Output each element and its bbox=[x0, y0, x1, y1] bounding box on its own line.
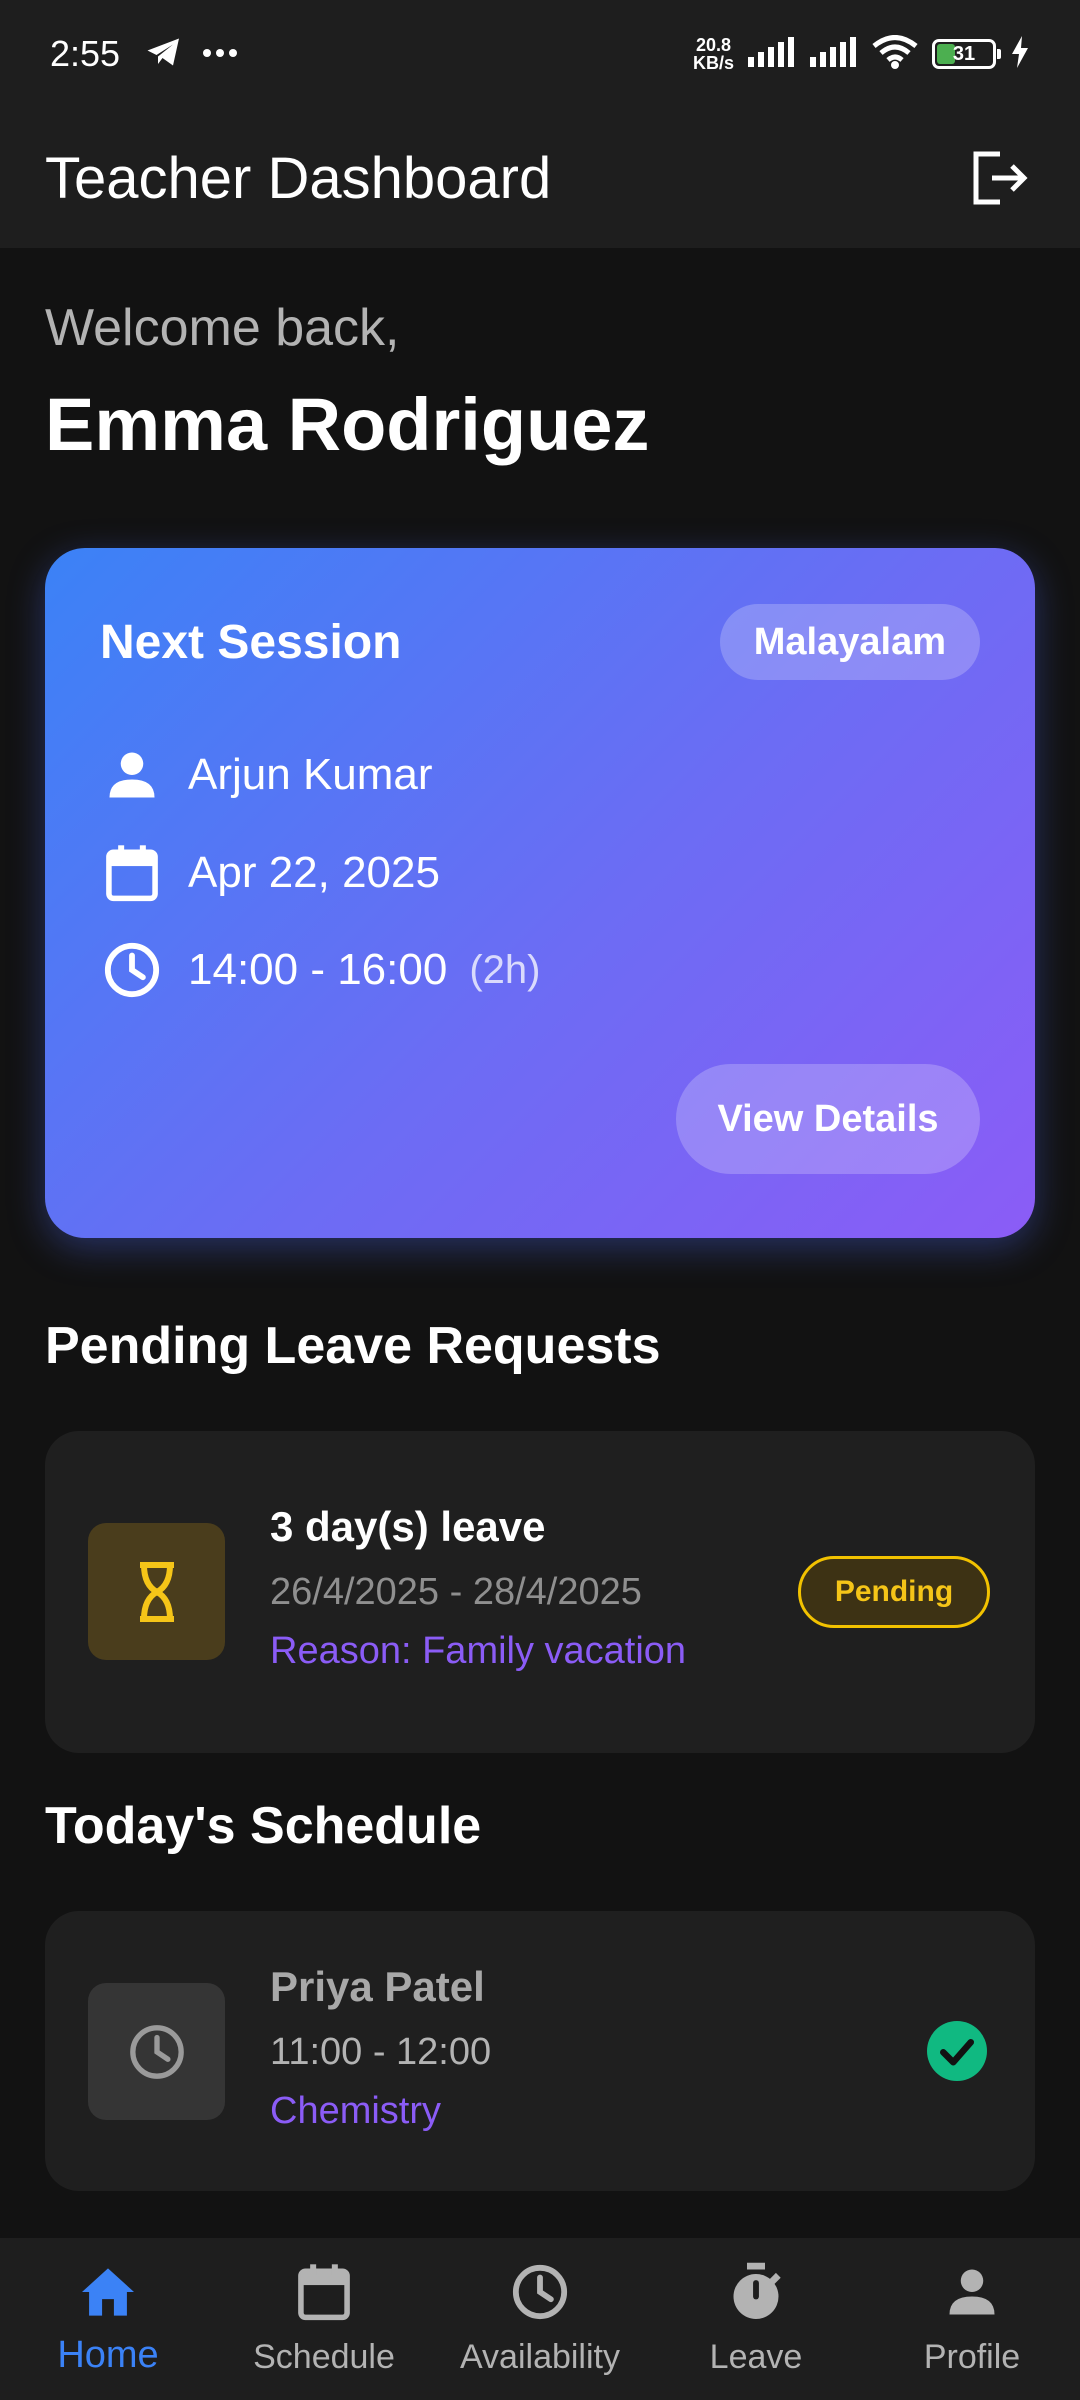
clock-icon bbox=[129, 2024, 184, 2079]
hourglass-icon bbox=[139, 1561, 174, 1622]
nav-item-leave[interactable]: Leave bbox=[648, 2238, 864, 2400]
session-student-row: Arjun Kumar bbox=[100, 743, 433, 807]
status-time: 2:55 bbox=[50, 33, 121, 74]
wifi-icon bbox=[872, 34, 918, 74]
telegram-icon bbox=[146, 36, 182, 73]
leave-reason: Reason: Family vacation bbox=[270, 1630, 687, 1672]
language-badge: Malayalam bbox=[719, 604, 980, 680]
schedule-time: 11:00 - 12:00 bbox=[270, 2031, 492, 2073]
check-circle-icon bbox=[927, 2021, 987, 2081]
welcome-greeting: Welcome back, bbox=[45, 299, 400, 357]
session-duration: (2h) bbox=[469, 947, 541, 992]
nav-label-profile: Profile bbox=[923, 2338, 1021, 2376]
nav-item-schedule[interactable]: Schedule bbox=[216, 2238, 432, 2400]
person-icon bbox=[100, 743, 164, 807]
teacher-name: Emma Rodriguez bbox=[45, 383, 650, 466]
nav-label-schedule: Schedule bbox=[253, 2338, 395, 2376]
schedule-item-card[interactable]: Priya Patel 11:00 - 12:00 Chemistry bbox=[45, 1911, 1035, 2191]
screen: 2:55 20.8 KB/s 31 Teacher Dashboard Welc… bbox=[0, 0, 1080, 2400]
clock-icon bbox=[100, 938, 164, 1002]
session-time-row: 14:00 - 16:00 (2h) bbox=[100, 938, 540, 1002]
session-date-row: Apr 22, 2025 bbox=[100, 841, 440, 905]
leave-request-card[interactable]: 3 day(s) leave 26/4/2025 - 28/4/2025 Rea… bbox=[45, 1431, 1035, 1753]
nav-label-availability: Availability bbox=[459, 2338, 620, 2376]
status-badge: Pending bbox=[798, 1556, 990, 1628]
leave-dates: 26/4/2025 - 28/4/2025 bbox=[270, 1571, 642, 1613]
view-details-button[interactable]: View Details bbox=[676, 1064, 980, 1174]
battery-icon: 31 bbox=[932, 39, 1001, 69]
nav-item-availability[interactable]: Availability bbox=[432, 2238, 648, 2400]
calendar-icon bbox=[100, 841, 164, 905]
session-time: 14:00 - 16:00 bbox=[188, 945, 448, 994]
next-session-card[interactable]: Next Session Malayalam Arjun Kumar Apr 2… bbox=[45, 548, 1035, 1238]
signal-icon bbox=[748, 36, 796, 72]
session-date: Apr 22, 2025 bbox=[188, 848, 440, 897]
signal-icon bbox=[810, 36, 858, 72]
bottom-navigation: Home Schedule Availability Leave Profile bbox=[0, 2238, 1080, 2400]
schedule-student: Priya Patel bbox=[270, 1963, 485, 2010]
next-session-title: Next Session bbox=[100, 615, 402, 669]
more-notifications-icon bbox=[202, 45, 238, 63]
leave-title: 3 day(s) leave bbox=[270, 1503, 546, 1550]
schedule-subject: Chemistry bbox=[270, 2090, 442, 2132]
home-icon bbox=[76, 2260, 140, 2324]
app-bar: Teacher Dashboard bbox=[0, 108, 1080, 248]
page-title: Teacher Dashboard bbox=[45, 145, 552, 211]
network-speed: 20.8 KB/s bbox=[692, 35, 734, 73]
schedule-time-tile bbox=[88, 1983, 225, 2120]
pending-leave-title: Pending Leave Requests bbox=[45, 1317, 661, 1375]
nav-label-leave: Leave bbox=[709, 2338, 803, 2376]
status-bar: 2:55 20.8 KB/s 31 bbox=[0, 0, 1080, 108]
nav-item-home[interactable]: Home bbox=[0, 2238, 216, 2400]
nav-item-profile[interactable]: Profile bbox=[864, 2238, 1080, 2400]
calendar-icon bbox=[292, 2260, 356, 2324]
clock-icon bbox=[508, 2260, 572, 2324]
timer-icon bbox=[724, 2260, 788, 2324]
nav-label-home: Home bbox=[57, 2334, 159, 2376]
session-student: Arjun Kumar bbox=[188, 750, 433, 799]
logout-icon bbox=[973, 151, 1028, 205]
charging-icon bbox=[1010, 35, 1030, 73]
logout-button[interactable] bbox=[965, 143, 1035, 213]
person-icon bbox=[940, 2260, 1004, 2324]
todays-schedule-title: Today's Schedule bbox=[45, 1797, 482, 1855]
leave-status-tile bbox=[88, 1523, 225, 1660]
